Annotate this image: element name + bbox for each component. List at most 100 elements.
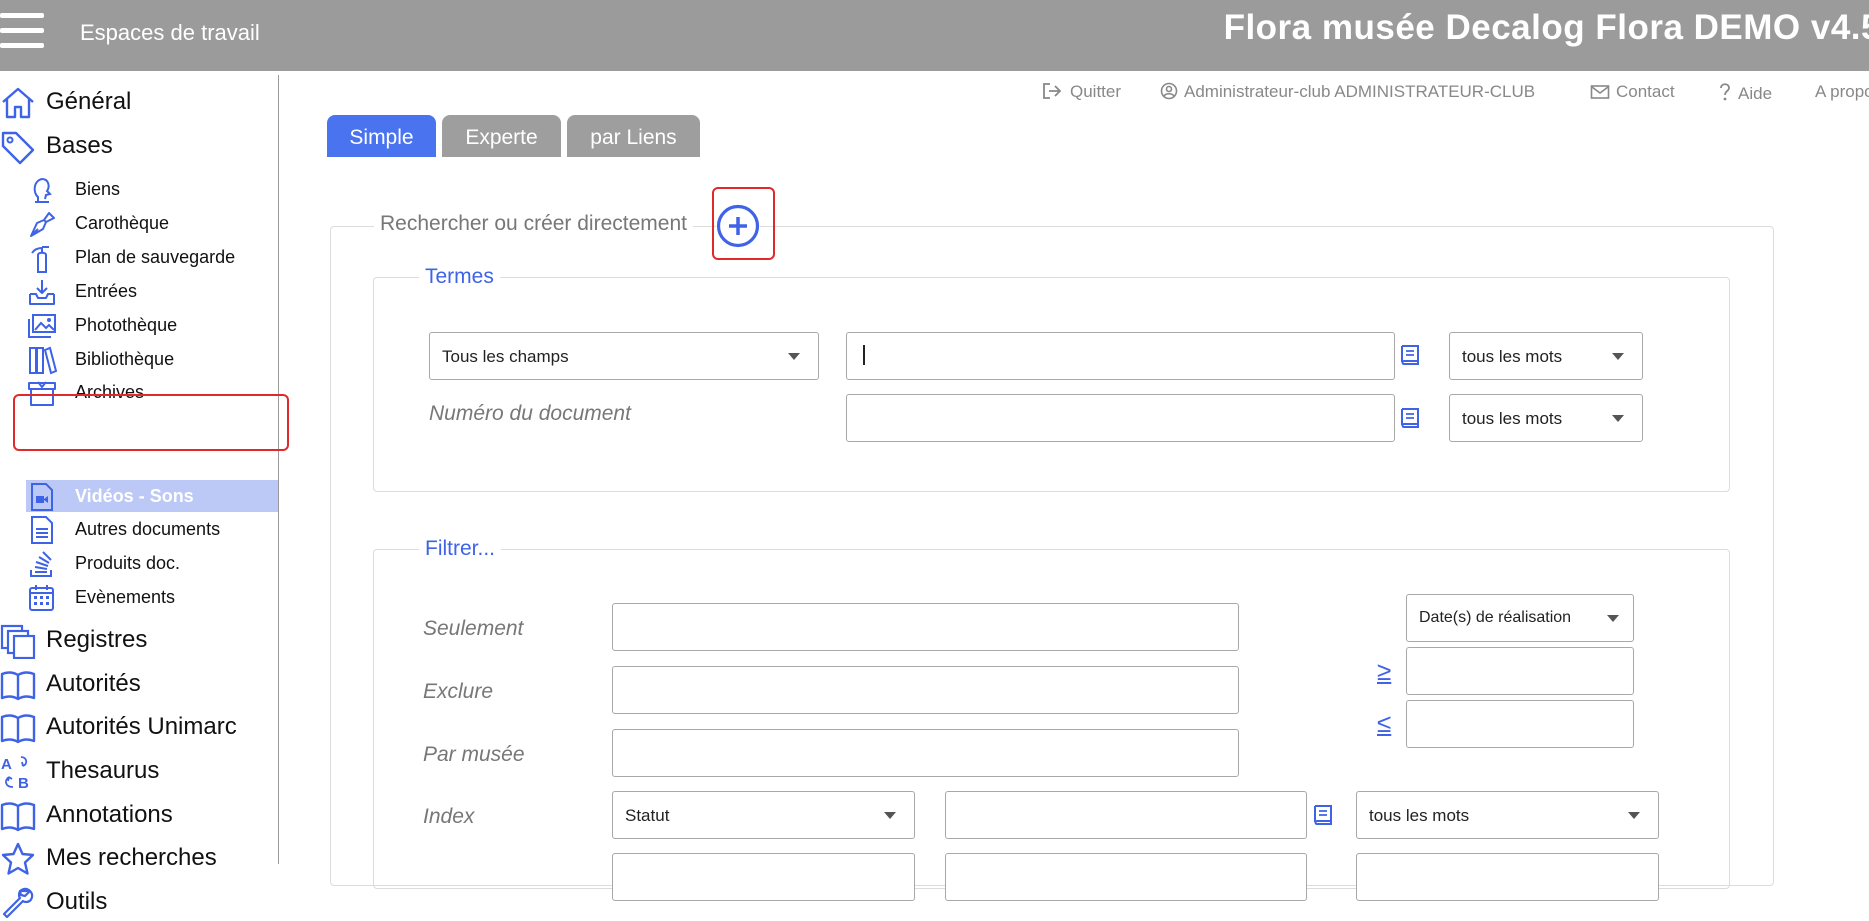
highlight-box-active-item bbox=[13, 394, 289, 451]
index-input[interactable] bbox=[945, 791, 1307, 839]
sidebar-item-thesaurus[interactable]: A B Thesaurus bbox=[0, 750, 279, 790]
sidebar-item-videos-sons[interactable]: Vidéos - Sons bbox=[0, 480, 279, 512]
sidebar-item-autres-documents[interactable]: Autres documents bbox=[0, 513, 279, 545]
index-mode-value: tous les mots bbox=[1369, 806, 1470, 825]
open-book-icon bbox=[0, 671, 36, 701]
tab-par-liens[interactable]: par Liens bbox=[567, 115, 700, 157]
sidebar-item-annotations[interactable]: Annotations bbox=[0, 794, 279, 834]
sidebar-item-phototheque[interactable]: Photothèque bbox=[0, 309, 279, 341]
sidebar-item-autorites[interactable]: Autorités bbox=[0, 663, 279, 703]
date-from-input[interactable] bbox=[1406, 647, 1634, 695]
only-label: Seulement bbox=[423, 617, 524, 640]
quit-label: Quitter bbox=[1070, 82, 1122, 101]
sidebar-item-plan-de-sauvegarde[interactable]: Plan de sauvegarde bbox=[0, 241, 279, 273]
sidebar-item-label: Mes recherches bbox=[46, 844, 217, 871]
svg-text:B: B bbox=[18, 775, 29, 790]
sidebar-item-entrees[interactable]: Entrées bbox=[0, 275, 279, 307]
chevron-down-icon bbox=[788, 353, 800, 360]
workspaces-link[interactable]: Espaces de travail bbox=[80, 20, 260, 46]
date-to-input[interactable] bbox=[1406, 700, 1634, 748]
index-select-value: Statut bbox=[625, 806, 670, 825]
doc-number-input[interactable] bbox=[846, 394, 1395, 442]
only-input[interactable] bbox=[612, 603, 1239, 651]
sidebar-item-label: Thesaurus bbox=[46, 757, 160, 784]
sidebar-item-outils[interactable]: Outils bbox=[0, 881, 279, 921]
about-link[interactable]: A propos bbox=[1815, 82, 1869, 102]
stack-icon bbox=[30, 551, 52, 577]
sidebar-item-label: Carothèque bbox=[75, 213, 170, 233]
tab-experte[interactable]: Experte bbox=[442, 115, 561, 157]
by-museum-input[interactable] bbox=[612, 729, 1239, 777]
help-link[interactable]: Aide bbox=[1718, 82, 1772, 104]
sidebar-item-registres[interactable]: Registres bbox=[0, 619, 279, 659]
index-mode-select-2[interactable] bbox=[1356, 853, 1659, 901]
top-bar: Espaces de travail Flora musée Decalog F… bbox=[0, 0, 1869, 71]
sidebar-item-label: Bases bbox=[46, 132, 113, 159]
mode-select-value: tous les mots bbox=[1462, 409, 1563, 428]
field-select[interactable]: Tous les champs bbox=[429, 332, 819, 380]
sidebar-item-produits-doc[interactable]: Produits doc. bbox=[0, 547, 279, 579]
user-link[interactable]: Administrateur-club ADMINISTRATEUR-CLUB bbox=[1160, 82, 1535, 102]
sign-out-icon bbox=[1043, 83, 1062, 99]
sidebar-item-label: Entrées bbox=[75, 281, 138, 301]
gte-toggle[interactable]: ≥ bbox=[1377, 656, 1391, 687]
exclude-label: Exclure bbox=[423, 680, 494, 703]
search-panel-legend: Rechercher ou créer directement bbox=[374, 212, 693, 236]
sidebar-item-bases[interactable]: Bases bbox=[0, 125, 279, 165]
sidebar-item-mes-recherches[interactable]: Mes recherches bbox=[0, 837, 279, 877]
open-book-icon bbox=[0, 714, 36, 744]
doc-number-label: Numéro du document bbox=[429, 402, 631, 425]
field-select-value: Tous les champs bbox=[442, 347, 569, 366]
date-type-value: Date(s) de réalisation bbox=[1419, 609, 1572, 626]
app-title: Flora musée Decalog Flora DEMO v4.5 bbox=[1223, 8, 1869, 47]
tab-simple[interactable]: Simple bbox=[327, 115, 436, 157]
add-button[interactable] bbox=[716, 204, 760, 248]
chevron-down-icon bbox=[884, 812, 896, 819]
index-select[interactable]: Statut bbox=[612, 791, 915, 839]
calendar-icon bbox=[29, 585, 54, 611]
sidebar-item-label: Biens bbox=[75, 179, 121, 199]
sidebar-item-autorites-unimarc[interactable]: Autorités Unimarc bbox=[0, 706, 279, 746]
terms-legend: Termes bbox=[419, 265, 500, 289]
sidebar-item-label: Registres bbox=[46, 626, 148, 653]
tag-icon bbox=[1, 131, 35, 165]
mode-select-terms[interactable]: tous les mots bbox=[1449, 332, 1643, 380]
sidebar-item-label: Vidéos - Sons bbox=[75, 486, 194, 506]
svg-text:A: A bbox=[1, 756, 12, 773]
sidebar-item-label: Plan de sauvegarde bbox=[75, 247, 236, 267]
sidebar-item-label: Autorités bbox=[46, 670, 141, 697]
thesaurus-book-icon[interactable] bbox=[1399, 343, 1421, 367]
index-mode-select[interactable]: tous les mots bbox=[1356, 791, 1659, 839]
sidebar-item-label: Outils bbox=[46, 888, 108, 915]
bust-icon bbox=[33, 177, 52, 203]
books-icon bbox=[29, 346, 57, 375]
sidebar-item-label: Photothèque bbox=[75, 315, 178, 335]
chevron-down-icon bbox=[1607, 615, 1619, 622]
exclude-input[interactable] bbox=[612, 666, 1239, 714]
lte-toggle[interactable]: ≤ bbox=[1377, 708, 1391, 739]
date-type-select[interactable]: Date(s) de réalisation bbox=[1406, 594, 1634, 642]
envelope-icon bbox=[1590, 85, 1610, 99]
hamburger-menu-icon[interactable] bbox=[0, 13, 44, 49]
index-select-2[interactable] bbox=[612, 853, 915, 901]
index-input-2[interactable] bbox=[945, 853, 1307, 901]
by-museum-label: Par musée bbox=[423, 743, 525, 766]
sidebar-item-evenements[interactable]: Evènements bbox=[0, 581, 279, 613]
sidebar-item-label: Evènements bbox=[75, 587, 176, 607]
index-label: Index bbox=[423, 805, 475, 828]
mode-select-doc-number[interactable]: tous les mots bbox=[1449, 394, 1643, 442]
user-label: Administrateur-club ADMINISTRATEUR-CLUB bbox=[1184, 82, 1536, 101]
thesaurus-book-icon[interactable] bbox=[1312, 803, 1334, 827]
thesaurus-book-icon[interactable] bbox=[1399, 406, 1421, 430]
mode-select-value: tous les mots bbox=[1462, 347, 1563, 366]
sidebar-item-general[interactable]: Général bbox=[0, 81, 279, 121]
query-input[interactable] bbox=[846, 332, 1395, 380]
video-file-icon bbox=[31, 483, 53, 511]
sidebar-item-bibliotheque[interactable]: Bibliothèque bbox=[0, 343, 279, 375]
sidebar-item-carotheque[interactable]: Carothèque bbox=[0, 207, 279, 239]
contact-link[interactable]: Contact bbox=[1590, 82, 1675, 102]
quit-link[interactable]: Quitter bbox=[1042, 82, 1121, 102]
sidebar-item-biens[interactable]: Biens bbox=[0, 173, 279, 205]
chevron-down-icon bbox=[1628, 812, 1640, 819]
home-icon bbox=[2, 87, 34, 119]
